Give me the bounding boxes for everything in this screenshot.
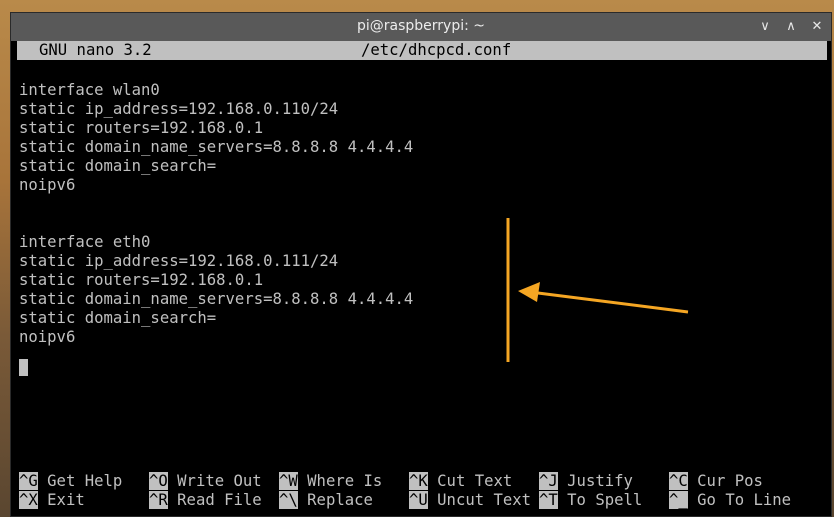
editor-line: static domain_search= bbox=[19, 157, 217, 175]
nano-version: GNU nano 3.2 bbox=[39, 41, 152, 59]
shortcut-uncut-text[interactable]: ^U Uncut Text bbox=[409, 491, 531, 510]
shortcut-label: To Spell bbox=[567, 491, 643, 509]
shortcut-key: ^K bbox=[409, 472, 428, 490]
shortcut-label: Cut Text bbox=[437, 472, 513, 490]
editor-line: static routers=192.168.0.1 bbox=[19, 119, 264, 137]
shortcut-key: ^T bbox=[539, 491, 558, 509]
nano-filename: /etc/dhcpcd.conf bbox=[361, 41, 512, 59]
shortcut-key: ^_ bbox=[669, 491, 688, 509]
shortcut-key: ^O bbox=[149, 472, 168, 490]
shortcut-label: Exit bbox=[47, 491, 85, 509]
shortcut-key: ^J bbox=[539, 472, 558, 490]
shortcut-key: ^G bbox=[19, 472, 38, 490]
shortcut-key: ^U bbox=[409, 491, 428, 509]
editor-line: noipv6 bbox=[19, 328, 76, 346]
title-bar[interactable]: pi@raspberrypi: ~ ∨ ∧ ✕ bbox=[11, 13, 831, 41]
shortcut-write-out[interactable]: ^O Write Out bbox=[149, 472, 262, 491]
shortcut-key: ^W bbox=[279, 472, 298, 490]
editor-line: static routers=192.168.0.1 bbox=[19, 271, 264, 289]
shortcut-label: Uncut Text bbox=[437, 491, 532, 509]
shortcut-label: Where Is bbox=[307, 472, 383, 490]
shortcut-go-to-line[interactable]: ^_ Go To Line bbox=[669, 491, 791, 510]
window-title: pi@raspberrypi: ~ bbox=[356, 18, 486, 34]
shortcut-justify[interactable]: ^J Justify bbox=[539, 472, 633, 491]
shortcut-label: Justify bbox=[567, 472, 633, 490]
nano-header: GNU nano 3.2 /etc/dhcpcd.conf bbox=[17, 41, 827, 60]
shortcut-exit[interactable]: ^X Exit bbox=[19, 491, 85, 510]
maximize-icon[interactable]: ∧ bbox=[781, 17, 801, 37]
shortcut-cut-text[interactable]: ^K Cut Text bbox=[409, 472, 512, 491]
text-cursor bbox=[19, 359, 28, 376]
editor-line: noipv6 bbox=[19, 176, 76, 194]
shortcut-label: Write Out bbox=[177, 472, 262, 490]
shortcut-label: Read File bbox=[177, 491, 262, 509]
shortcut-cur-pos[interactable]: ^C Cur Pos bbox=[669, 472, 763, 491]
editor-line: interface eth0 bbox=[19, 233, 151, 251]
shortcut-key: ^X bbox=[19, 491, 38, 509]
editor-line: static ip_address=192.168.0.111/24 bbox=[19, 252, 339, 270]
terminal-content[interactable]: GNU nano 3.2 /etc/dhcpcd.conf interface … bbox=[17, 41, 827, 511]
minimize-icon[interactable]: ∨ bbox=[755, 17, 775, 37]
editor-line: static domain_search= bbox=[19, 309, 217, 327]
shortcut-where-is[interactable]: ^W Where Is bbox=[279, 472, 382, 491]
editor-line: static domain_name_servers=8.8.8.8 4.4.4… bbox=[19, 138, 414, 156]
shortcut-key: ^R bbox=[149, 491, 168, 509]
shortcut-label: Cur Pos bbox=[697, 472, 763, 490]
editor-line: static domain_name_servers=8.8.8.8 4.4.4… bbox=[19, 290, 414, 308]
shortcut-label: Get Help bbox=[47, 472, 123, 490]
shortcut-key: ^\ bbox=[279, 491, 298, 509]
terminal-window: pi@raspberrypi: ~ ∨ ∧ ✕ GNU nano 3.2 /et… bbox=[10, 12, 832, 517]
shortcut-read-file[interactable]: ^R Read File bbox=[149, 491, 262, 510]
editor-line: static ip_address=192.168.0.110/24 bbox=[19, 100, 339, 118]
editor-line: interface wlan0 bbox=[19, 81, 160, 99]
shortcut-label: Go To Line bbox=[697, 491, 792, 509]
shortcut-key: ^C bbox=[669, 472, 688, 490]
shortcut-get-help[interactable]: ^G Get Help bbox=[19, 472, 122, 491]
close-icon[interactable]: ✕ bbox=[807, 17, 827, 37]
shortcut-to-spell[interactable]: ^T To Spell bbox=[539, 491, 642, 510]
shortcut-replace[interactable]: ^\ Replace bbox=[279, 491, 373, 510]
shortcut-label: Replace bbox=[307, 491, 373, 509]
